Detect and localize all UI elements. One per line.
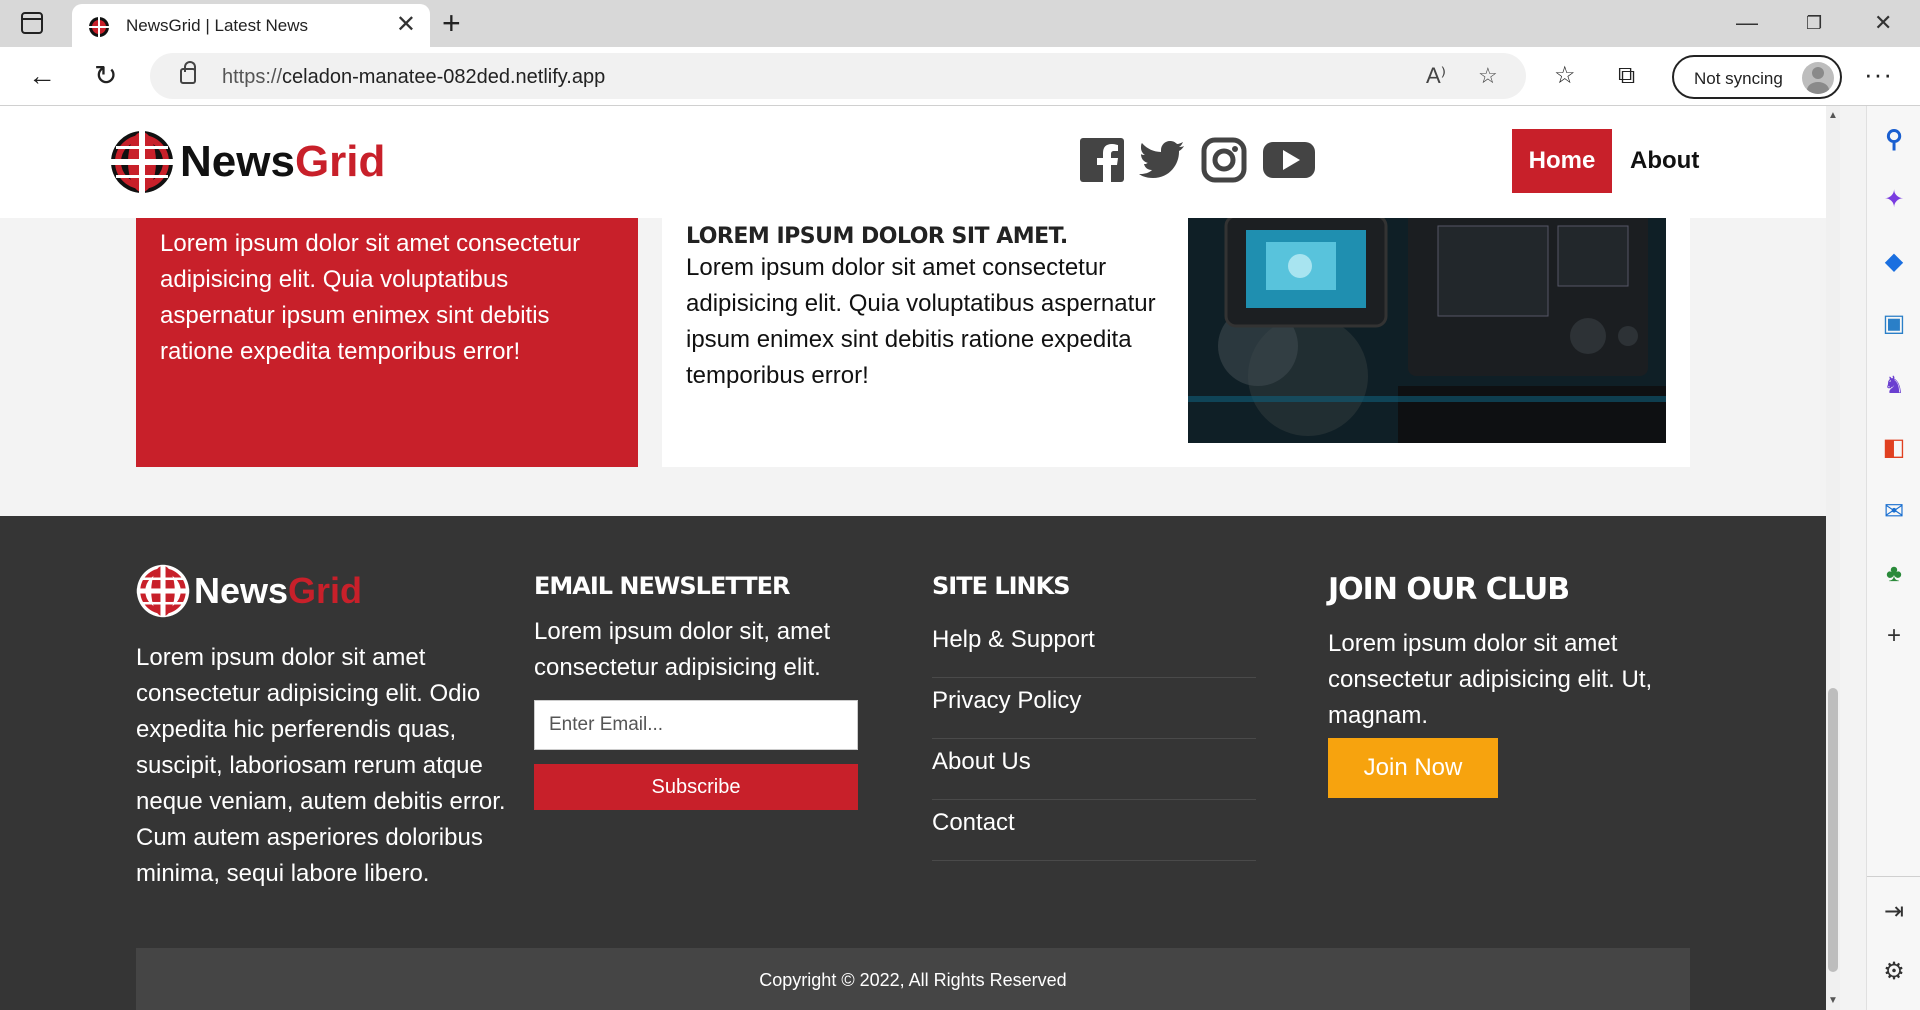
footer-about-text: Lorem ipsum dolor sit amet consectetur a… (136, 644, 506, 887)
add-favorite-icon[interactable]: ☆ (1478, 63, 1498, 89)
newsletter-text: Lorem ipsum dolor sit, amet consectetur … (534, 618, 831, 681)
back-icon[interactable]: ← (28, 61, 56, 91)
sidebar-divider (1867, 876, 1920, 877)
article-title[interactable]: LOREM IPSUM DOLOR SIT AMET. (686, 224, 1068, 249)
globe-logo-icon (111, 131, 173, 193)
subscribe-button[interactable]: Subscribe (534, 764, 858, 810)
tab-title: NewsGrid | Latest News (126, 16, 309, 35)
search-icon[interactable]: ⚲ (1880, 126, 1908, 154)
scroll-down-arrow-icon[interactable]: ▼ (1828, 995, 1838, 1006)
twitter-icon[interactable] (1138, 136, 1186, 184)
footer-link-about-us[interactable]: About Us (932, 739, 1256, 800)
close-window-icon[interactable]: ✕ (1874, 6, 1892, 40)
browser-tab-bar: NewsGrid | Latest News ✕ + — ❐ ✕ (0, 0, 1920, 47)
lock-icon[interactable] (180, 61, 196, 84)
tree-icon[interactable]: ♣ (1880, 560, 1908, 588)
new-tab-icon[interactable]: + (442, 6, 461, 40)
instagram-icon[interactable] (1200, 136, 1248, 184)
games-icon[interactable]: ♞ (1880, 372, 1908, 400)
club-heading: JOIN OUR CLUB (1328, 572, 1570, 607)
nav-about-link[interactable]: About (1630, 129, 1699, 193)
newsletter-heading: EMAIL NEWSLETTER (534, 572, 791, 600)
site-footer: NewsGrid Lorem ipsum dolor sit amet cons… (0, 516, 1826, 1010)
restore-icon[interactable]: ❐ (1806, 6, 1822, 40)
facebook-icon[interactable] (1078, 136, 1126, 184)
footer-link-help-support[interactable]: Help & Support (932, 617, 1256, 678)
outlook-icon[interactable]: ✉ (1880, 498, 1908, 526)
youtube-icon[interactable] (1262, 136, 1316, 184)
nav-home-link[interactable]: Home (1512, 129, 1612, 193)
scrollbar-thumb[interactable] (1828, 688, 1838, 972)
article-text: Lorem ipsum dolor sit amet consectetur a… (686, 254, 1156, 389)
copilot-sparkle-icon[interactable]: ✦ (1880, 186, 1908, 214)
minimize-icon[interactable]: — (1736, 6, 1758, 40)
tab-actions-icon[interactable] (21, 12, 43, 34)
browser-address-bar: ← ↻ https://celadon-manatee-082ded.netli… (0, 47, 1920, 106)
avatar (1802, 62, 1834, 94)
site-logo[interactable]: NewsGrid (110, 130, 385, 194)
browser-sidebar: ⚲ ✦ ◆ ▣ ♞ ◧ ✉ ♣ + ⇥ ⚙ (1866, 106, 1920, 1010)
featured-red-card: Lorem ipsum dolor sit amet consectetur a… (136, 196, 638, 467)
profile-sync-button[interactable]: Not syncing (1672, 55, 1842, 99)
join-now-button[interactable]: Join Now (1328, 738, 1498, 798)
club-text: Lorem ipsum dolor sit amet consectetur a… (1328, 630, 1653, 729)
scroll-up-arrow-icon[interactable]: ▲ (1828, 110, 1838, 121)
close-tab-icon[interactable]: ✕ (396, 13, 416, 37)
globe-logo-icon (136, 564, 190, 618)
url-text[interactable]: https://celadon-manatee-082ded.netlify.a… (222, 66, 605, 89)
sync-label: Not syncing (1694, 69, 1783, 88)
collections-icon[interactable]: ⧉ (1618, 62, 1635, 90)
page-scrollbar[interactable]: ▲ ▼ (1826, 106, 1840, 1010)
logo-text: NewsGrid (180, 137, 386, 186)
refresh-icon[interactable]: ↻ (94, 61, 117, 91)
favorites-icon[interactable]: ☆ (1554, 62, 1576, 90)
read-aloud-icon[interactable]: A⁾ (1426, 63, 1446, 89)
footer-logo-text: NewsGrid (194, 570, 363, 611)
copyright-bar: Copyright © 2022, All Rights Reserved (136, 948, 1690, 1010)
copyright-text: Copyright © 2022, All Rights Reserved (759, 970, 1067, 990)
office-icon[interactable]: ◧ (1880, 434, 1908, 462)
page-viewport: NewsGrid Home About Lorem ipsum dolor si… (0, 106, 1826, 1010)
shopping-tag-icon[interactable]: ◆ (1880, 248, 1908, 276)
more-options-icon[interactable]: ··· (1864, 59, 1893, 90)
browser-tab-active[interactable]: NewsGrid | Latest News ✕ (72, 4, 430, 47)
url-field[interactable]: https://celadon-manatee-082ded.netlify.a… (150, 53, 1526, 99)
footer-logo[interactable]: NewsGrid (136, 564, 362, 618)
site-links-heading: SITE LINKS (932, 572, 1071, 600)
email-field[interactable] (534, 700, 858, 750)
add-sidebar-app-icon[interactable]: + (1880, 622, 1908, 650)
hide-sidebar-icon[interactable]: ⇥ (1880, 898, 1908, 926)
settings-gear-icon[interactable]: ⚙ (1880, 958, 1908, 986)
article-card: LOREM IPSUM DOLOR SIT AMET. Lorem ipsum … (662, 196, 1690, 467)
tools-briefcase-icon[interactable]: ▣ (1880, 310, 1908, 338)
site-header: NewsGrid Home About (0, 106, 1826, 218)
newsgrid-favicon-icon (89, 17, 109, 37)
footer-link-privacy-policy[interactable]: Privacy Policy (932, 678, 1256, 739)
camera-photo-image (1188, 196, 1666, 443)
footer-link-contact[interactable]: Contact (932, 800, 1256, 861)
red-card-text: Lorem ipsum dolor sit amet consectetur a… (160, 230, 581, 365)
